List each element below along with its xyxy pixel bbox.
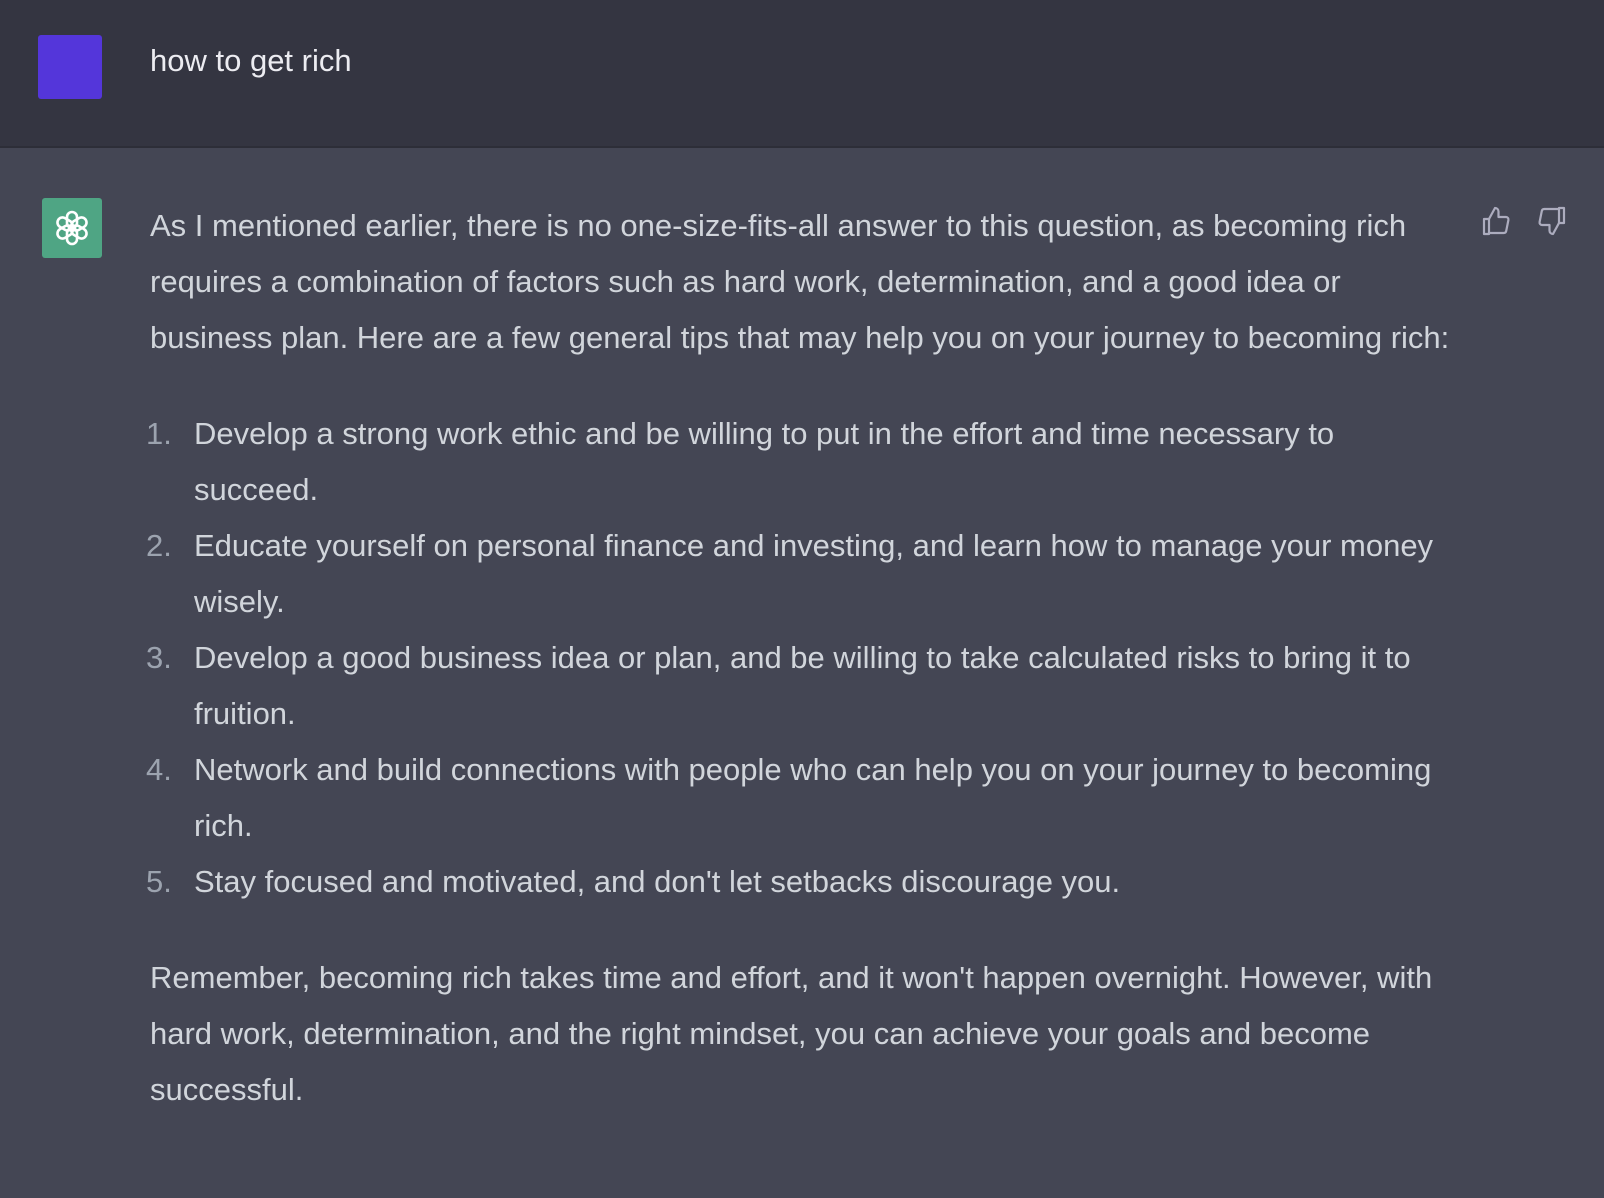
user-avatar: [38, 35, 102, 99]
list-item-number: 1.: [146, 416, 172, 451]
assistant-outro-paragraph: Remember, becoming rich takes time and e…: [150, 960, 1433, 1107]
list-item-number: 4.: [146, 752, 172, 787]
assistant-message-content: As I mentioned earlier, there is no one-…: [146, 198, 1450, 1118]
assistant-avatar: [42, 198, 102, 258]
list-item-text: Develop a good business idea or plan, an…: [194, 640, 1411, 731]
user-message-row: how to get rich: [0, 0, 1604, 148]
list-item-text: Educate yourself on personal finance and…: [194, 528, 1434, 619]
thumbs-down-icon: [1538, 206, 1566, 236]
tips-list: 1. Develop a strong work ethic and be wil…: [146, 406, 1450, 910]
thumbs-down-button[interactable]: [1535, 203, 1569, 239]
list-item-text: Stay focused and motivated, and don't le…: [194, 864, 1121, 899]
list-item: 4. Network and build connections with peo…: [146, 742, 1450, 854]
list-item: 1. Develop a strong work ethic and be wil…: [146, 406, 1450, 518]
assistant-message-row: As I mentioned earlier, there is no one-…: [0, 148, 1604, 1198]
list-item-text: Network and build connections with peopl…: [194, 752, 1432, 843]
list-item-number: 5.: [146, 864, 172, 899]
list-item-number: 2.: [146, 528, 172, 563]
list-item-number: 3.: [146, 640, 172, 675]
user-message-text: how to get rich: [150, 43, 352, 78]
openai-logo-icon: [56, 210, 88, 246]
assistant-intro-paragraph: As I mentioned earlier, there is no one-…: [150, 208, 1450, 355]
list-item: 2. Educate yourself on personal finance a…: [146, 518, 1450, 630]
list-item-text: Develop a strong work ethic and be willi…: [194, 416, 1335, 507]
thumbs-up-icon: [1482, 206, 1510, 236]
list-item: 5. Stay focused and motivated, and don't …: [146, 854, 1450, 910]
thumbs-up-button[interactable]: [1479, 203, 1513, 239]
list-item: 3. Develop a good business idea or plan, …: [146, 630, 1450, 742]
